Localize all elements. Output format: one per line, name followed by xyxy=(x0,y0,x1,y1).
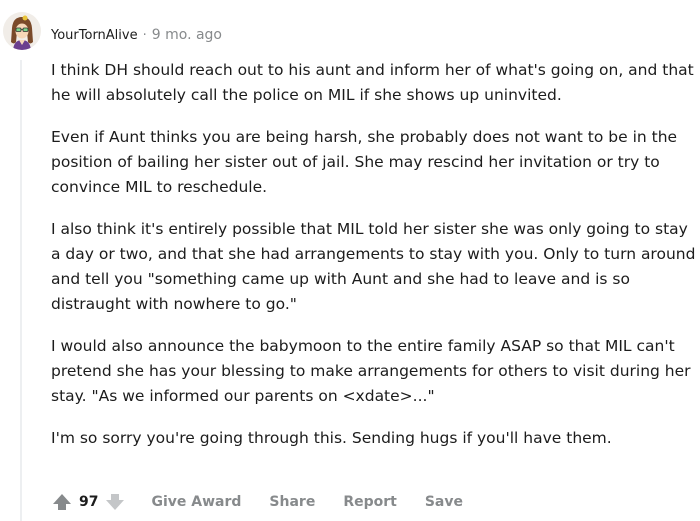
comment-timestamp[interactable]: 9 mo. ago xyxy=(152,27,222,43)
save-button[interactable]: Save xyxy=(425,494,463,510)
author-username[interactable]: YourTornAlive xyxy=(51,28,138,43)
comment-actions-bar: 97 Give Award Share Report Save xyxy=(51,489,463,515)
user-avatar[interactable] xyxy=(3,12,41,50)
upvote-arrow-icon[interactable] xyxy=(51,492,73,512)
vote-score: 97 xyxy=(79,494,99,510)
downvote-arrow-icon[interactable] xyxy=(104,492,126,512)
comment-paragraph: I also think it's entirely possible that… xyxy=(51,220,696,313)
comment-paragraph: I'm so sorry you're going through this. … xyxy=(51,429,612,447)
thread-line[interactable] xyxy=(20,60,22,521)
comment-paragraph: Even if Aunt thinks you are being harsh,… xyxy=(51,128,678,196)
give-award-button[interactable]: Give Award xyxy=(151,494,241,510)
report-button[interactable]: Report xyxy=(343,494,397,510)
comment-paragraph: I think DH should reach out to his aunt … xyxy=(51,61,694,104)
share-button[interactable]: Share xyxy=(269,494,315,510)
comment-header: YourTornAlive · 9 mo. ago xyxy=(51,24,222,46)
meta-separator: · xyxy=(142,27,147,43)
avatar-image xyxy=(3,12,41,50)
comment: YourTornAlive · 9 mo. ago I think DH sho… xyxy=(0,0,700,521)
comment-body: I think DH should reach out to his aunt … xyxy=(51,58,696,468)
comment-paragraph: I would also announce the babymoon to th… xyxy=(51,337,691,405)
